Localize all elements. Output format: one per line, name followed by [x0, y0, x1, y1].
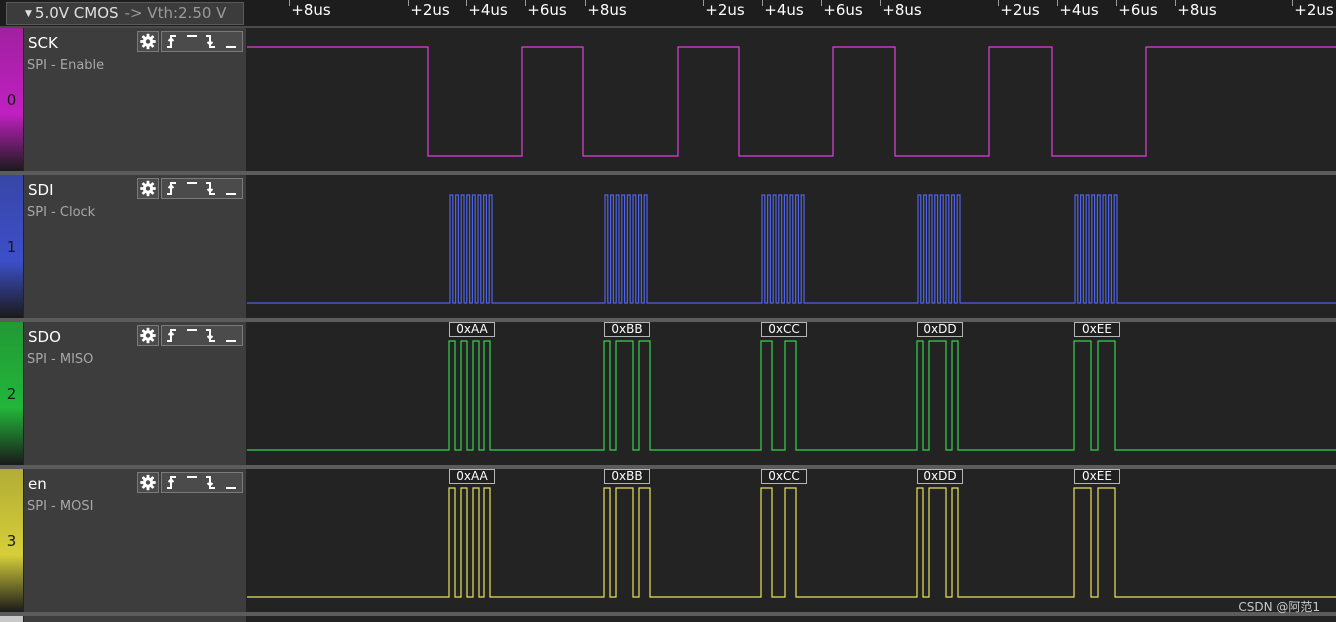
dropdown-arrow-icon[interactable]: ▼ — [25, 9, 32, 19]
rising-edge-icon[interactable] — [167, 329, 176, 342]
ruler-tick — [762, 0, 763, 6]
channel-name[interactable]: en — [28, 475, 47, 493]
ruler-label: +2us — [1294, 1, 1334, 19]
signal-trace — [247, 340, 1336, 451]
ruler-label: +4us — [764, 1, 804, 19]
ruler-tick — [703, 0, 704, 6]
top-bar: ▼ 5.0V CMOS -> Vth:2.50 V +8us +2us +4us +6us… — [0, 0, 1336, 26]
falling-edge-icon[interactable] — [206, 182, 215, 195]
time-ruler[interactable]: +8us +2us +4us +6us +8us +2us +4us +6us +8us +2us… — [247, 0, 1336, 26]
watermark: CSDN @阿范1 — [1238, 600, 1320, 614]
trigger-buttons — [161, 325, 243, 346]
ruler-label: +2us — [1000, 1, 1040, 19]
ruler-label: +8us — [882, 1, 922, 19]
trigger-buttons — [161, 178, 243, 199]
ruler-label: +6us — [527, 1, 567, 19]
ruler-label: +4us — [468, 1, 508, 19]
ruler-tick — [525, 0, 526, 6]
decoded-byte-label[interactable]: 0xDD — [917, 469, 963, 484]
ruler-tick — [1057, 0, 1058, 6]
channel-settings-button[interactable] — [137, 472, 159, 493]
channel-row: 1 SDI SPI - Clock — [0, 175, 1336, 318]
waveform-area[interactable] — [247, 28, 1336, 171]
ruler-tick — [466, 0, 467, 6]
decoded-byte-label[interactable]: 0xAA — [449, 469, 495, 484]
channel-row: 2 SDO SPI - MISO 0xAA 0xBB 0xCC 0xDD 0xEE — [0, 322, 1336, 465]
ruler-tick — [289, 0, 290, 6]
channel-row: 3 en SPI - MOSI 0xAA 0xBB 0xCC 0xDD 0xEE — [0, 469, 1336, 612]
channel-settings-button[interactable] — [137, 325, 159, 346]
channel-name[interactable]: SDI — [28, 181, 54, 199]
channel-name[interactable]: SDO — [28, 328, 61, 346]
channel-number: 2 — [6, 385, 17, 403]
decoded-byte-label[interactable]: 0xCC — [761, 322, 807, 337]
decoded-byte-label[interactable]: 0xBB — [604, 322, 650, 337]
decoded-byte-label[interactable]: 0xAA — [449, 322, 495, 337]
ruler-tick — [408, 0, 409, 6]
ruler-label: +8us — [1177, 1, 1217, 19]
rising-edge-icon[interactable] — [167, 35, 176, 48]
channel-number: 1 — [6, 238, 17, 256]
trigger-buttons — [161, 31, 243, 52]
channel-description: SPI - MOSI — [27, 499, 94, 514]
voltage-label: 5.0V CMOS — [34, 4, 119, 22]
waveform-svg — [247, 340, 1336, 451]
ruler-tick — [1116, 0, 1117, 6]
waveform-area[interactable]: 0xAA 0xBB 0xCC 0xDD 0xEE — [247, 322, 1336, 465]
channel-color-strip — [0, 616, 23, 622]
channel-panel: SDI SPI - Clock — [24, 175, 246, 318]
ruler-label: +6us — [823, 1, 863, 19]
signal-trace — [247, 46, 1336, 157]
decoded-byte-label[interactable]: 0xDD — [917, 322, 963, 337]
rising-edge-icon[interactable] — [167, 476, 176, 489]
gear-icon — [140, 474, 156, 491]
ruler-tick — [585, 0, 586, 6]
decoded-byte-label[interactable]: 0xCC — [761, 469, 807, 484]
signal-trace — [247, 194, 1336, 304]
decoded-byte-label[interactable]: 0xEE — [1074, 469, 1120, 484]
ruler-label: +8us — [587, 1, 627, 19]
channel-settings-button[interactable] — [137, 31, 159, 52]
channel-settings-button[interactable] — [137, 178, 159, 199]
channel-panel-partial — [24, 616, 246, 622]
channel-description: SPI - Enable — [27, 58, 105, 73]
ruler-label: +6us — [1118, 1, 1158, 19]
channel-panel: en SPI - MOSI — [24, 469, 246, 612]
channel-panel: SDO SPI - MISO — [24, 322, 246, 465]
waveform-svg — [247, 194, 1336, 304]
falling-edge-icon[interactable] — [206, 329, 215, 342]
rising-edge-icon[interactable] — [167, 182, 176, 195]
falling-edge-icon[interactable] — [206, 476, 215, 489]
waveform-area[interactable] — [247, 175, 1336, 318]
ruler-label: +4us — [1059, 1, 1099, 19]
channel-number: 0 — [6, 91, 17, 109]
ruler-label: +2us — [705, 1, 745, 19]
trigger-buttons — [161, 472, 243, 493]
ruler-label: +2us — [410, 1, 450, 19]
gear-icon — [140, 180, 156, 197]
channel-panel: SCK SPI - Enable — [24, 28, 246, 171]
ruler-tick — [1175, 0, 1176, 6]
channel-description: SPI - Clock — [27, 205, 96, 220]
ruler-tick — [998, 0, 999, 6]
channel-name[interactable]: SCK — [28, 34, 58, 52]
ruler-tick — [1292, 0, 1293, 6]
channel-description: SPI - MISO — [27, 352, 94, 367]
waveform-area[interactable]: 0xAA 0xBB 0xCC 0xDD 0xEE — [247, 469, 1336, 612]
signal-trace — [247, 487, 1336, 598]
decoded-byte-label[interactable]: 0xBB — [604, 469, 650, 484]
channel-number: 3 — [6, 532, 17, 550]
gear-icon — [140, 33, 156, 50]
voltage-selector[interactable]: ▼ 5.0V CMOS -> Vth:2.50 V — [6, 2, 244, 25]
ruler-tick — [821, 0, 822, 6]
waveform-svg — [247, 487, 1336, 598]
threshold-label: -> Vth:2.50 V — [124, 4, 227, 22]
decoded-byte-label[interactable]: 0xEE — [1074, 322, 1120, 337]
falling-edge-icon[interactable] — [206, 35, 215, 48]
channel-row: 0 SCK SPI - Enable — [0, 28, 1336, 171]
ruler-label: +8us — [291, 1, 331, 19]
gear-icon — [140, 327, 156, 344]
ruler-tick — [880, 0, 881, 6]
waveform-svg — [247, 46, 1336, 157]
